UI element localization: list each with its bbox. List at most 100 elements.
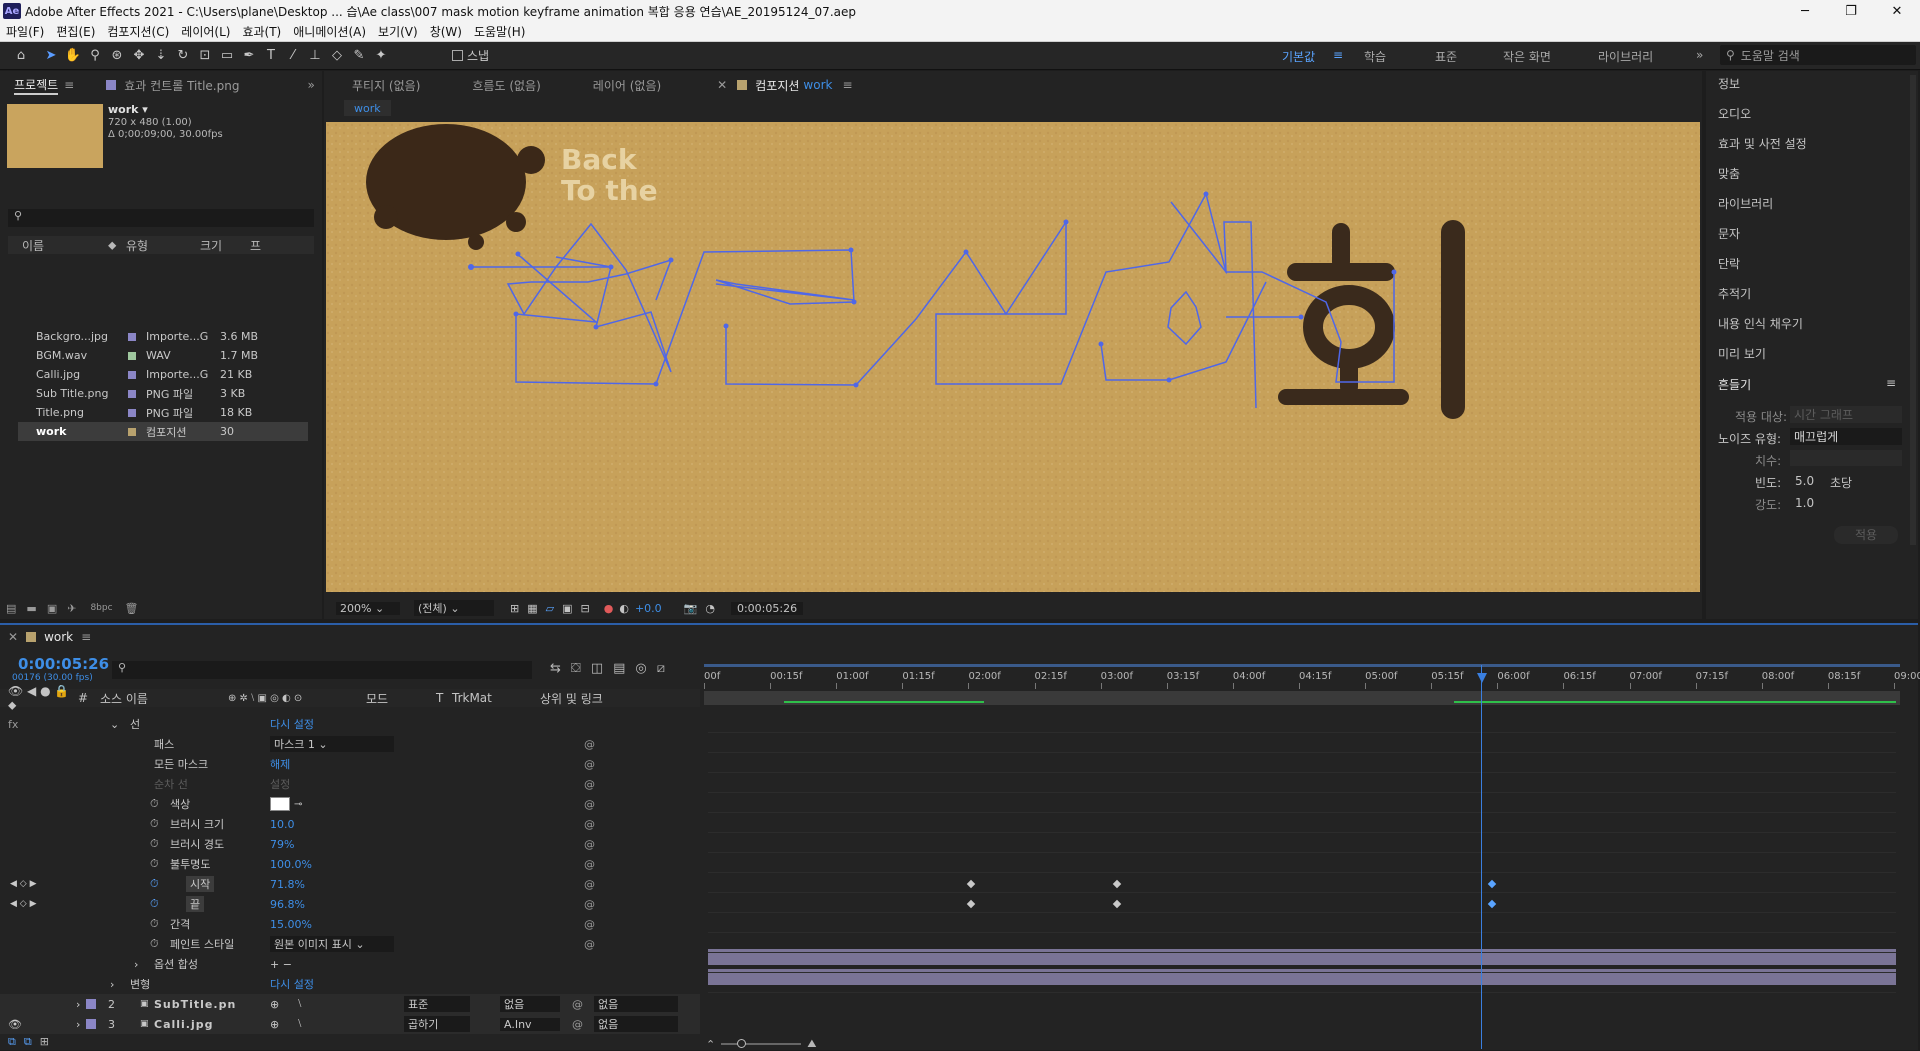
keyframe-navigator-icon[interactable]: ◀ ◇ ▶: [10, 899, 37, 909]
pickwhip-icon[interactable]: @: [584, 918, 595, 931]
shy-switch-icon[interactable]: ⊕: [270, 998, 279, 1011]
trkmat-dropdown[interactable]: 없음: [500, 996, 560, 1012]
panel-item[interactable]: 내용 인식 채우기: [1718, 315, 1803, 332]
pan-tool-icon[interactable]: ✥: [128, 45, 150, 67]
property-lane[interactable]: [708, 974, 1896, 993]
tab-effect-controls[interactable]: 효과 컨트롤 Title.png: [124, 77, 239, 94]
apply-to-dropdown[interactable]: 시간 그래프: [1790, 406, 1902, 423]
layer-name[interactable]: Calli.jpg: [154, 1018, 214, 1031]
zoom-out-icon[interactable]: ⌃: [706, 1038, 715, 1051]
color-management-icon[interactable]: ◐: [619, 602, 629, 615]
parent-dropdown[interactable]: 없음: [594, 996, 678, 1012]
panel-item[interactable]: 정보: [1718, 75, 1740, 92]
stopwatch-icon[interactable]: ⏱: [150, 797, 159, 811]
property-lane[interactable]: [708, 854, 1896, 873]
panel-item[interactable]: 추적기: [1718, 285, 1751, 302]
property-value[interactable]: 10.0: [270, 818, 295, 831]
minimize-icon[interactable]: ─: [1782, 0, 1828, 22]
header-name[interactable]: 이름: [8, 237, 108, 254]
workspace-overflow-icon[interactable]: »: [1696, 48, 1703, 62]
tab-composition[interactable]: 컴포지션: [755, 77, 799, 94]
tab-footage[interactable]: 푸티지 (없음): [352, 77, 420, 94]
menu-view[interactable]: 보기(V): [372, 23, 424, 40]
property-lane[interactable]: [708, 814, 1896, 833]
eraser-tool-icon[interactable]: ◇: [326, 45, 348, 67]
pickwhip-icon[interactable]: @: [584, 838, 595, 851]
show-snapshot-icon[interactable]: ◔: [705, 602, 715, 615]
blend-mode-dropdown[interactable]: 곱하기: [404, 1016, 470, 1032]
twirl-icon[interactable]: ›: [76, 1018, 80, 1031]
eyedropper-icon[interactable]: ⊸: [294, 799, 302, 810]
property-lane[interactable]: [708, 894, 1896, 913]
header-type[interactable]: 유형: [126, 237, 200, 254]
trkmat-header[interactable]: TrkMat: [452, 691, 540, 705]
delete-icon[interactable]: 🗑: [125, 602, 139, 615]
pickwhip-icon[interactable]: @: [584, 878, 595, 891]
panel-menu-icon[interactable]: ≡: [842, 78, 852, 92]
tab-composition-name[interactable]: work: [803, 78, 832, 92]
fast-preview-icon[interactable]: ⊞: [510, 602, 519, 615]
workspace-menu-icon[interactable]: ≡: [1333, 48, 1343, 62]
property-lane[interactable]: [708, 714, 1896, 733]
brush-tool-icon[interactable]: ⁄: [282, 45, 304, 67]
wiggler-title[interactable]: 흔들기: [1718, 376, 1751, 393]
panel-item[interactable]: 단락: [1718, 255, 1740, 272]
stopwatch-icon[interactable]: ⏱: [150, 877, 159, 891]
menu-layer[interactable]: 레이어(L): [175, 23, 236, 40]
label-header-icon[interactable]: ⬥: [108, 238, 126, 253]
project-item[interactable]: Calli.jpg Importe...G 21 KB: [18, 365, 308, 384]
hand-tool-icon[interactable]: ✋: [62, 45, 84, 67]
viewer-timecode[interactable]: 0:00:05:26: [730, 601, 804, 615]
layer-label-swatch[interactable]: [86, 999, 96, 1009]
property-value[interactable]: 다시 설정: [270, 976, 314, 992]
stopwatch-icon[interactable]: ⏱: [150, 897, 159, 911]
workspace-small-screen[interactable]: 작은 화면: [1503, 48, 1551, 65]
tab-project[interactable]: 프로젝트: [14, 76, 59, 95]
project-search-input[interactable]: ⚲: [8, 209, 314, 227]
property-value[interactable]: 설정: [270, 776, 290, 792]
workspace-libraries[interactable]: 라이브러리: [1598, 48, 1653, 65]
resolution-dropdown[interactable]: (전체) ⌄: [414, 600, 494, 616]
property-lane[interactable]: [708, 874, 1896, 893]
rectangle-tool-icon[interactable]: ▭: [216, 45, 238, 67]
region-of-interest-icon[interactable]: ▣: [562, 602, 572, 615]
draft-3d-icon[interactable]: ⛋: [571, 661, 581, 676]
menu-window[interactable]: 창(W): [424, 23, 468, 40]
work-area-bar[interactable]: [704, 664, 1900, 667]
property-value[interactable]: 100.0%: [270, 858, 312, 871]
wiggler-menu-icon[interactable]: ≡: [1886, 376, 1896, 390]
orbit-tool-icon[interactable]: ⊛: [106, 45, 128, 67]
pickwhip-icon[interactable]: @: [584, 858, 595, 871]
twirl-icon[interactable]: ›: [134, 958, 138, 971]
close-icon[interactable]: ✕: [1874, 0, 1920, 22]
pickwhip-icon[interactable]: @: [584, 778, 595, 791]
current-time-indicator[interactable]: [1481, 665, 1482, 1049]
property-lane[interactable]: [708, 794, 1896, 813]
selection-tool-icon[interactable]: ➤: [40, 45, 62, 67]
panel-item[interactable]: 미리 보기: [1718, 345, 1766, 362]
property-lane[interactable]: [708, 954, 1896, 973]
tab-flowchart[interactable]: 흐름도 (없음): [472, 77, 540, 94]
exposure-value[interactable]: +0.0: [635, 602, 662, 615]
property-lane[interactable]: [708, 914, 1896, 933]
fx-icon[interactable]: fx: [8, 718, 18, 731]
project-item[interactable]: Title.png PNG 파일 18 KB: [18, 403, 308, 422]
property-value[interactable]: 해제: [270, 756, 290, 772]
timeline-search-input[interactable]: ⚲: [112, 661, 532, 679]
panel-menu-icon[interactable]: ≡: [64, 78, 74, 92]
mode-header[interactable]: 모드: [366, 690, 436, 707]
new-comp-icon[interactable]: ▣: [47, 602, 57, 615]
pickwhip-icon[interactable]: @: [584, 758, 595, 771]
pen-tool-icon[interactable]: ✒: [238, 45, 260, 67]
timeline-timecode[interactable]: 0:00:05:26: [18, 655, 109, 673]
panel-item[interactable]: 오디오: [1718, 105, 1751, 122]
property-dropdown[interactable]: 마스크 1 ⌄: [270, 736, 394, 752]
stopwatch-icon[interactable]: ⏱: [150, 937, 159, 951]
workspace-standard[interactable]: 표준: [1435, 48, 1457, 65]
noise-type-dropdown[interactable]: 매끄럽게: [1790, 428, 1902, 445]
header-size[interactable]: 크기: [200, 237, 250, 254]
property-dropdown[interactable]: 원본 이미지 표시 ⌄: [270, 936, 394, 952]
snapshot-icon[interactable]: 📷: [684, 602, 698, 615]
label-swatch[interactable]: [128, 408, 136, 417]
menu-help[interactable]: 도움말(H): [468, 23, 532, 40]
